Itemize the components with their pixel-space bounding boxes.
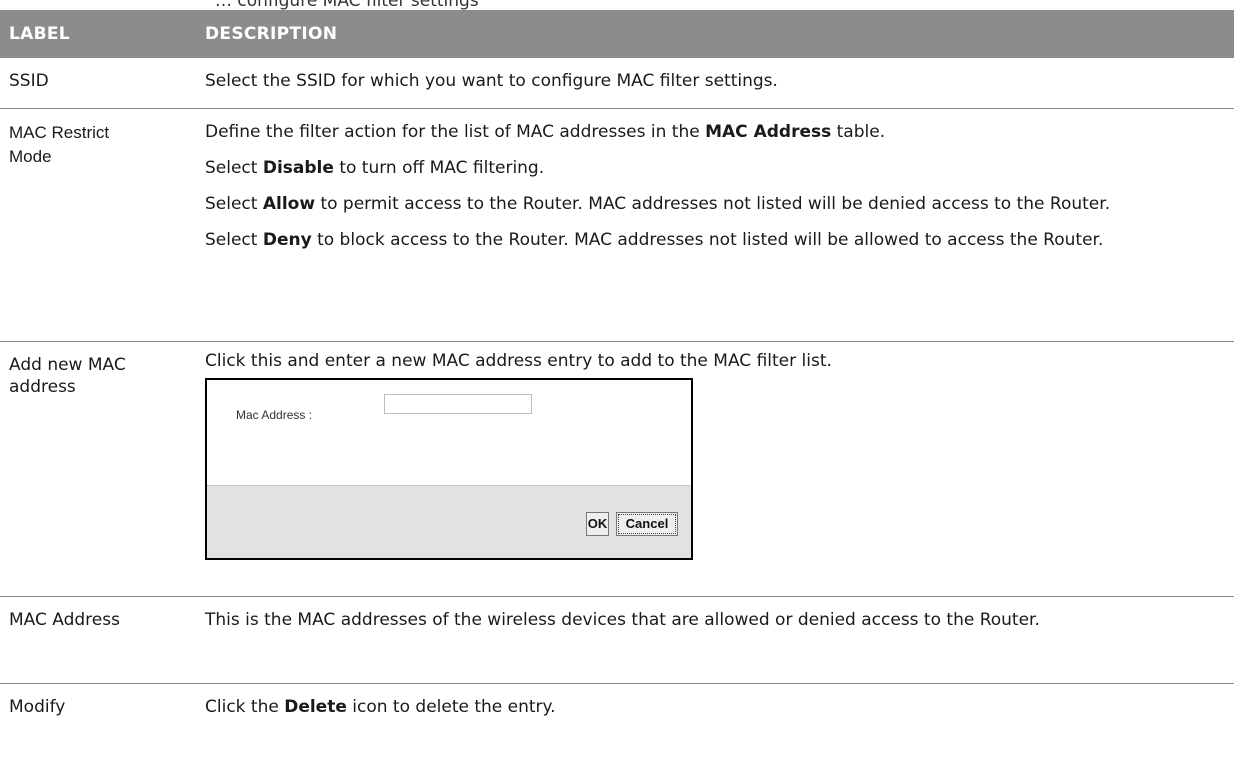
mac-address-field-label: Mac Address : xyxy=(236,407,313,422)
paragraph: Select Disable to turn off MAC filtering… xyxy=(205,157,545,178)
row-description-modify: Click the Delete icon to delete the entr… xyxy=(205,696,556,717)
table-row: MAC Restrict Mode Define the filter acti… xyxy=(0,108,1234,342)
paragraph: Click this and enter a new MAC address e… xyxy=(205,350,832,371)
cancel-button[interactable]: Cancel xyxy=(616,511,678,536)
bold-term: Allow xyxy=(262,193,316,214)
row-description-mac-restrict-mode: Define the filter action for the list of… xyxy=(185,108,1234,342)
table-row: SSID Select the SSID for which you want … xyxy=(0,58,1234,109)
label-line: address xyxy=(9,376,76,397)
paragraph: Select Allow to permit access to the Rou… xyxy=(205,193,1111,214)
header-label: LABEL xyxy=(0,10,185,58)
add-mac-dialog-screenshot: Mac Address : OK Cancel xyxy=(205,377,693,560)
bold-term: Disable xyxy=(262,157,334,178)
row-label-ssid: SSID xyxy=(0,58,185,109)
bold-term: Deny xyxy=(262,229,312,250)
table-row: MAC Address This is the MAC addresses of… xyxy=(0,596,1234,684)
dialog-footer: OK Cancel xyxy=(207,484,691,558)
row-label-modify: Modify xyxy=(9,696,66,717)
bold-term: MAC Address xyxy=(705,121,832,142)
mac-address-input[interactable] xyxy=(384,393,532,414)
field-description-table: LABEL DESCRIPTION SSID Select the SSID f… xyxy=(0,10,1234,723)
table-header-row: LABEL DESCRIPTION xyxy=(0,10,1234,58)
label-line: MAC Restrict xyxy=(9,122,110,142)
label-line: Mode xyxy=(9,146,52,166)
row-description-add-new-mac-address: Click this and enter a new MAC address e… xyxy=(185,341,1234,597)
row-description-mac-address: This is the MAC addresses of the wireles… xyxy=(185,596,1234,684)
row-label-add-new-mac-address: Add new MAC address xyxy=(0,341,185,597)
row-label-mac-address: MAC Address xyxy=(0,596,185,684)
row-description-ssid: Select the SSID for which you want to co… xyxy=(185,58,1234,109)
paragraph: Define the filter action for the list of… xyxy=(205,121,886,142)
label-line: Add new MAC xyxy=(9,354,126,375)
table-row: Add new MAC address Click this and enter… xyxy=(0,341,1234,597)
paragraph: Select Deny to block access to the Route… xyxy=(205,229,1104,250)
bold-term: Delete xyxy=(284,696,347,717)
table-row: Modify Click the Delete icon to delete t… xyxy=(0,683,1234,723)
header-description: DESCRIPTION xyxy=(185,10,1234,58)
row-label-mac-restrict-mode: MAC Restrict Mode xyxy=(0,108,185,342)
ok-button[interactable]: OK xyxy=(586,511,609,536)
